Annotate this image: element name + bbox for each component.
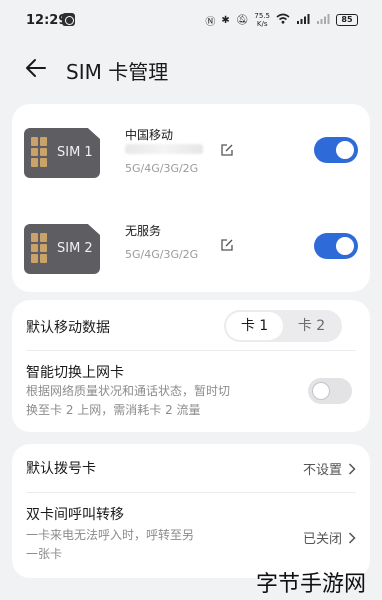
- divider: [26, 492, 356, 493]
- default-dial-value[interactable]: 不设置: [303, 459, 356, 478]
- sim-carrier-name: 中国移动: [125, 128, 174, 142]
- call-settings-card: 默认拨号卡 不设置 双卡间呼叫转移 一卡来电无法呼入时，呼转至另 一张卡 已关闭: [12, 444, 370, 578]
- sim-card-icon: SIM 1: [24, 128, 100, 178]
- sim-chip-contacts: [31, 137, 47, 167]
- sim1-toggle[interactable]: [314, 137, 358, 163]
- call-forward-label: 双卡间呼叫转移: [26, 507, 124, 523]
- default-data-label: 默认移动数据: [26, 320, 110, 336]
- sim2-toggle[interactable]: [314, 233, 358, 259]
- status-indicators: Ⓝ ✱ 🔕︎ 75.5 K/s 85: [205, 12, 358, 28]
- sim-network-type: 5G/4G/3G/2G: [125, 162, 199, 175]
- sim-card-icon: SIM 2: [24, 224, 100, 274]
- chevron-right-icon: [348, 462, 356, 475]
- sim-chip-label: SIM 1: [57, 145, 93, 160]
- default-dial-label: 默认拨号卡: [26, 461, 96, 477]
- wifi-icon: [276, 13, 290, 27]
- app-notification-icon: [62, 13, 75, 26]
- battery-indicator: 85: [336, 14, 358, 26]
- page-title: SIM 卡管理: [66, 60, 169, 84]
- bluetooth-icon: ✱: [221, 14, 230, 26]
- watermark-text: 字节手游网: [256, 572, 367, 597]
- signal-sim1-icon: [296, 13, 310, 27]
- back-arrow-icon[interactable]: [24, 57, 48, 79]
- sim-row-2: SIM 2 无服务 5G/4G/3G/2G: [12, 220, 370, 292]
- smart-switch-toggle[interactable]: [308, 378, 352, 404]
- toggle-knob: [336, 141, 354, 159]
- smart-switch-label: 智能切换上网卡: [26, 365, 124, 381]
- default-data-selector[interactable]: 卡 1 卡 2: [224, 310, 342, 342]
- toggle-knob: [336, 237, 354, 255]
- call-forward-description-line1: 一卡来电无法呼入时，呼转至另: [26, 528, 195, 542]
- sim-cards-card: SIM 1 中国移动 5G/4G/3G/2G SIM 2 无服务 5G/4G/3…: [12, 104, 370, 292]
- divider: [26, 350, 356, 351]
- sim-chip-contacts: [31, 233, 47, 263]
- sim-carrier-name: 无服务: [125, 224, 162, 238]
- edit-icon[interactable]: [220, 142, 234, 156]
- edit-icon[interactable]: [220, 237, 234, 251]
- smart-switch-description-line1: 根据网络质量状况和通话状态，暂时切: [26, 384, 231, 398]
- call-forward-value[interactable]: 已关闭: [303, 528, 356, 547]
- chevron-right-icon: [348, 531, 356, 544]
- sim-phone-number-blurred: [125, 144, 203, 154]
- smart-switch-description-line2: 换至卡 2 上网，需消耗卡 2 流量: [26, 403, 201, 417]
- page-header: SIM 卡管理: [0, 48, 382, 88]
- sim-chip-label: SIM 2: [57, 241, 93, 256]
- default-dial-row[interactable]: 默认拨号卡 不设置: [12, 444, 370, 490]
- call-forward-description-line2: 一张卡: [26, 547, 63, 561]
- option-card-2[interactable]: 卡 2: [283, 312, 340, 340]
- sim-network-type: 5G/4G/3G/2G: [125, 248, 199, 261]
- sim-row-1: SIM 1 中国移动 5G/4G/3G/2G: [12, 124, 370, 196]
- option-card-1[interactable]: 卡 1: [226, 312, 283, 340]
- nfc-icon: Ⓝ: [205, 16, 216, 28]
- silent-icon: 🔕︎: [235, 14, 249, 26]
- signal-sim2-icon: [316, 13, 330, 27]
- network-speed: 75.5 K/s: [254, 12, 270, 28]
- status-bar: 12:29 Ⓝ ✱ 🔕︎ 75.5 K/s 85: [0, 0, 382, 40]
- toggle-knob: [312, 382, 330, 400]
